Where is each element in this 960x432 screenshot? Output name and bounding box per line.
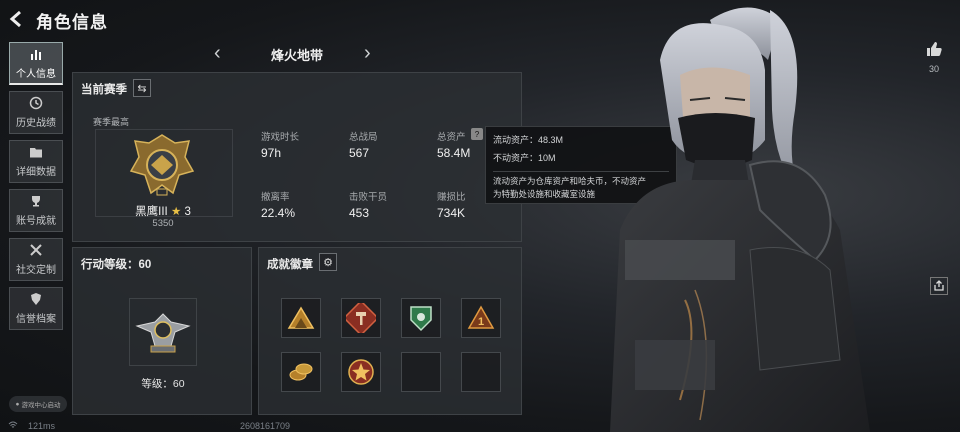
thumbs-up-icon[interactable] xyxy=(925,40,943,58)
game-center-label: 游戏中心启动 xyxy=(21,402,61,409)
share-button[interactable] xyxy=(930,277,948,295)
like-count: 30 xyxy=(928,64,939,74)
folder-icon xyxy=(30,148,42,158)
empty-badge-slot[interactable] xyxy=(401,352,441,392)
svg-text:1: 1 xyxy=(478,316,484,328)
badge-slot[interactable] xyxy=(281,298,321,338)
badge-slot[interactable] xyxy=(341,352,381,392)
stat-label-total-matches: 总战局 xyxy=(349,132,378,143)
level-wings-emblem-icon xyxy=(135,313,191,353)
bar-chart-icon xyxy=(31,49,41,60)
stat-label-extract-rate: 撤离率 xyxy=(261,192,290,203)
tooltip-description-line2: 为特勤处设施和收藏室设施 xyxy=(493,189,596,199)
stat-value-play-time: 97h xyxy=(261,146,282,160)
ping-value: 121ms xyxy=(28,421,56,431)
history-icon xyxy=(29,96,43,110)
sidebar-item-achievements[interactable]: 账号成就 xyxy=(9,189,63,232)
badges-title: 成就徽章 xyxy=(267,259,313,271)
mountain-badge-icon xyxy=(287,306,315,329)
character-portrait xyxy=(610,7,870,432)
badge-slot[interactable] xyxy=(401,298,441,338)
badge-slot[interactable]: 1 xyxy=(461,298,501,338)
help-icon[interactable]: ? xyxy=(471,128,483,140)
number-one-badge-icon: 1 xyxy=(467,305,495,329)
wifi-icon xyxy=(8,421,18,428)
gear-icon[interactable]: ⚙ xyxy=(319,253,337,271)
sidebar: 个人信息 历史战绩 详细数据 账号成就 社交定制 信誉档案 xyxy=(9,42,65,336)
sidebar-item-personal-info[interactable]: 个人信息 xyxy=(9,42,63,85)
stat-value-profit-ratio: 734K xyxy=(437,206,466,220)
sidebar-item-label: 社交定制 xyxy=(16,265,56,276)
game-center-badge[interactable]: ● 游戏中心启动 xyxy=(9,396,67,412)
share-icon xyxy=(934,280,944,291)
stat-label-total-assets: 总资产 xyxy=(437,132,466,143)
rank-title: 黑鹰III ★ 3 xyxy=(93,203,233,219)
empty-badge-slot[interactable] xyxy=(461,352,501,392)
stat-label-profit-ratio: 赚损比 xyxy=(437,192,466,203)
player-id: 2608161709 xyxy=(240,421,291,431)
sidebar-item-history[interactable]: 历史战绩 xyxy=(9,91,63,134)
sidebar-item-detail-data[interactable]: 详细数据 xyxy=(9,140,63,183)
star-medal-badge-icon xyxy=(348,359,374,385)
tooltip-fixed-assets: 不动资产：10M xyxy=(493,153,556,163)
action-level-panel: 行动等级：60 等级：60 xyxy=(72,247,252,415)
stat-value-extract-rate: 22.4% xyxy=(261,206,296,220)
switch-icon[interactable]: ⇆ xyxy=(133,79,151,97)
stat-value-total-assets: 58.4M xyxy=(437,146,471,160)
rank-eagle-emblem-icon xyxy=(129,134,195,196)
coins-badge-icon xyxy=(289,363,313,381)
person-icon: ● xyxy=(15,400,20,408)
season-panel: 当前赛季 ⇆ 赛季最高 黑鹰III ★ 3 5350 游戏时长 97h 总战局 … xyxy=(72,72,522,242)
shield-icon xyxy=(31,293,41,305)
hammer-badge-icon xyxy=(346,303,376,333)
rank-name: 黑鹰III xyxy=(135,206,168,218)
stat-value-kills: 453 xyxy=(349,206,370,220)
badges-panel: 成就徽章 ⚙ 1 xyxy=(258,247,522,415)
badge-slot[interactable] xyxy=(341,298,381,338)
back-arrow-icon[interactable] xyxy=(8,10,26,28)
star-icon: ★ xyxy=(170,206,182,218)
rank-caption: 赛季最高 xyxy=(93,117,130,127)
badge-slot[interactable] xyxy=(281,352,321,392)
network-status: 121ms xyxy=(8,421,55,431)
action-level-title: 行动等级：60 xyxy=(81,259,152,271)
sidebar-item-label: 历史战绩 xyxy=(16,118,56,129)
sidebar-item-credit-file[interactable]: 信誉档案 xyxy=(9,287,63,330)
stat-label-play-time: 游戏时长 xyxy=(261,132,300,143)
header: 角色信息 xyxy=(0,0,300,36)
sidebar-item-social-custom[interactable]: 社交定制 xyxy=(9,238,63,281)
stat-value-total-matches: 567 xyxy=(349,146,370,160)
sidebar-item-label: 详细数据 xyxy=(16,167,56,178)
season-panel-title: 当前赛季 xyxy=(81,84,127,96)
sidebar-item-label: 账号成就 xyxy=(16,216,56,227)
page-title: 角色信息 xyxy=(36,13,108,32)
season-name: 烽火地带 xyxy=(270,47,323,63)
tools-icon xyxy=(30,244,42,256)
rank-stars: 3 xyxy=(184,206,191,218)
sidebar-item-label: 个人信息 xyxy=(16,68,56,80)
season-selector: ‹ 烽火地带 › xyxy=(72,40,522,68)
rank-points: 5350 xyxy=(152,218,174,229)
prev-season-icon[interactable]: ‹ xyxy=(214,43,230,63)
stat-label-kills: 击败干员 xyxy=(349,192,388,203)
level-text: 等级：60 xyxy=(141,378,185,390)
next-season-icon[interactable]: › xyxy=(364,43,380,63)
tooltip-liquid-assets: 流动资产：48.3M xyxy=(493,135,564,145)
trophy-icon xyxy=(32,196,40,207)
sidebar-item-label: 信誉档案 xyxy=(16,314,56,325)
green-shield-badge-icon xyxy=(410,306,432,332)
